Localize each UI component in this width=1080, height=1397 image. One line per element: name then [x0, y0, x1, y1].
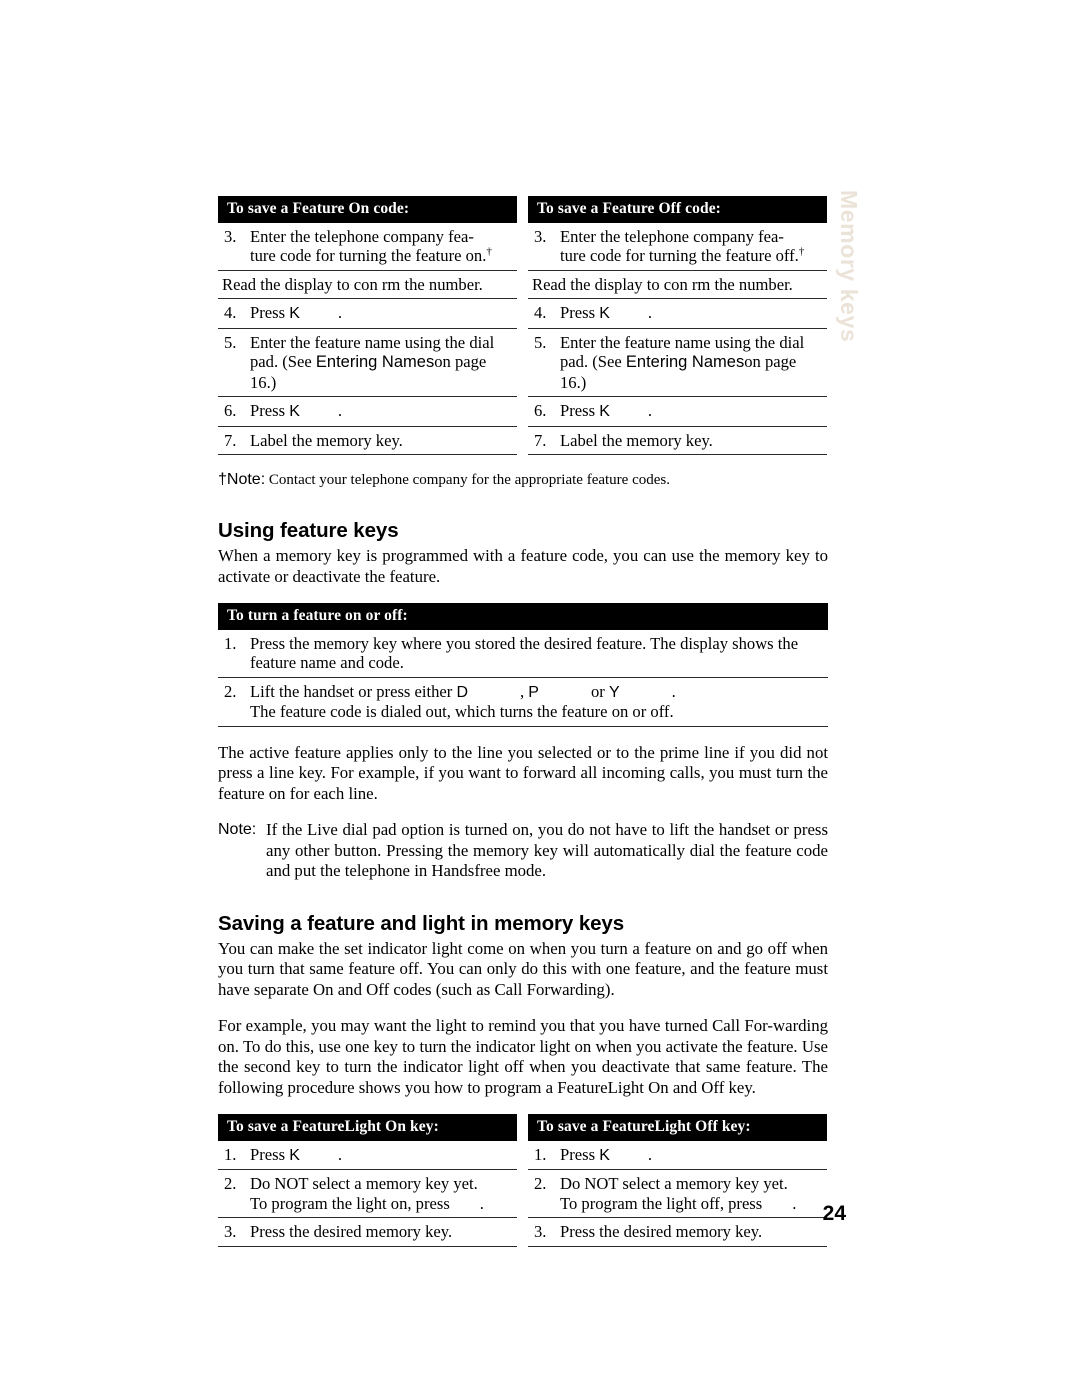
memory-key-glyph: K — [599, 305, 610, 322]
note-live-dial-pad: Note: If the Live dial pad option is tur… — [218, 820, 828, 882]
headset-key-glyph: P — [528, 683, 539, 701]
step-text: Label the memory key. — [560, 430, 713, 450]
table-header: To save a FeatureLight Off key: — [528, 1114, 827, 1141]
step-text: Press K. — [560, 303, 653, 322]
cross-reference: Entering Names — [315, 353, 435, 371]
paragraph-using-feature-keys-intro: When a memory key is programmed with a f… — [218, 546, 828, 586]
handsfree-key-glyph: D — [456, 683, 468, 701]
step-text: Enter the telephone company fea-ture cod… — [560, 226, 805, 266]
step-text: Read the display to con rm the number. — [532, 274, 793, 294]
table-row: 1. Press K. — [218, 1141, 517, 1170]
step-number: 5. — [224, 332, 237, 352]
document-page: Memory keys To save a Feature On code: 3… — [0, 0, 1080, 1397]
feature-code-tables: To save a Feature On code: 3. Enter the … — [218, 196, 828, 455]
step-number: 4. — [534, 303, 547, 322]
table-row: 5. Enter the feature name using the dial… — [528, 329, 827, 397]
step-number: 1. — [534, 1144, 547, 1164]
section-heading-saving-feature-light: Saving a feature and light in memory key… — [218, 911, 625, 935]
table-row: 6. Press K. — [528, 397, 827, 427]
step-text: Press K. — [560, 1144, 653, 1164]
table-row: Read the display to con rm the number. — [528, 271, 827, 299]
table-row: 1. Press K. — [528, 1141, 827, 1170]
step-text-line1: Do NOT select a memory key yet. — [560, 1174, 788, 1193]
step-text: Enter the feature name using the dial pa… — [250, 332, 495, 392]
step-text: Lift the handset or press either D, Por … — [250, 681, 676, 722]
table-row: 3. Enter the telephone company fea-ture … — [528, 223, 827, 271]
page-content: To save a Feature On code: 3. Enter the … — [218, 196, 828, 1247]
page-number: 24 — [822, 1202, 846, 1225]
step-number: 5. — [534, 332, 547, 352]
table-row: 5. Enter the feature name using the dial… — [218, 329, 517, 397]
table-row: 2. Lift the handset or press either D, P… — [218, 678, 828, 727]
step-number: 3. — [224, 226, 237, 246]
table-header: To save a Feature On code: — [218, 196, 517, 223]
step-number: 7. — [534, 430, 547, 450]
memory-key-glyph: K — [289, 305, 300, 322]
featurelight-off-table: To save a FeatureLight Off key: 1. Press… — [528, 1114, 827, 1247]
table-header: To save a Feature Off code: — [528, 196, 827, 223]
table-row: 3. Enter the telephone company fea-ture … — [218, 223, 517, 271]
table-row: 7. Label the memory key. — [528, 427, 827, 455]
table-row: 4. Press K. — [528, 299, 827, 329]
table-header: To save a FeatureLight On key: — [218, 1114, 517, 1141]
feature-off-code-table: To save a Feature Off code: 3. Enter the… — [528, 196, 827, 455]
step-number: 1. — [224, 1144, 237, 1164]
table-header: To turn a feature on or off: — [218, 603, 828, 630]
step-text: Press K. — [250, 303, 343, 322]
memory-key-glyph: K — [599, 403, 610, 420]
step-number: 3. — [534, 226, 547, 246]
paragraph-active-feature: The active feature applies only to the l… — [218, 742, 828, 803]
cross-reference: Entering Names — [625, 353, 745, 371]
step-number: 2. — [224, 681, 237, 701]
step-number: 7. — [224, 430, 237, 450]
step-text: Read the display to con rm the number. — [222, 274, 483, 294]
footnote-text: Contact your telephone company for the a… — [268, 472, 670, 488]
turn-feature-on-off-table: To turn a feature on or off: 1. Press th… — [218, 603, 828, 727]
memory-key-glyph: K — [599, 1146, 610, 1164]
table-row: 4. Press K. — [218, 299, 517, 329]
note-text: If the Live dial pad option is turned on… — [266, 820, 828, 880]
step-text: Press the memory key where you stored th… — [250, 633, 799, 673]
section-heading-using-feature-keys: Using feature keys — [218, 519, 399, 542]
feature-on-code-table: To save a Feature On code: 3. Enter the … — [218, 196, 517, 455]
table-row: 6. Press K. — [218, 397, 517, 427]
paragraph-saving-light-1: You can make the set indicator light com… — [218, 938, 828, 999]
table-footnote: †Note: Contact your telephone company fo… — [218, 471, 828, 489]
step-text: Press K. — [250, 401, 343, 420]
step-number: 4. — [224, 303, 237, 322]
step-text: Enter the feature name using the dial pa… — [560, 332, 805, 392]
step-text: Label the memory key. — [250, 430, 403, 450]
step-text: Press K. — [250, 1144, 343, 1164]
table-row: 7. Label the memory key. — [218, 427, 517, 455]
featurelight-on-table: To save a FeatureLight On key: 1. Press … — [218, 1114, 517, 1247]
memory-key-glyph: K — [289, 1146, 300, 1164]
step-text: Enter the telephone company fea-ture cod… — [250, 226, 492, 266]
table-row: 1. Press the memory key where you stored… — [218, 630, 828, 678]
table-row: Read the display to con rm the number. — [218, 271, 517, 299]
footnote-marker: † — [798, 245, 805, 258]
section-side-tab: Memory keys — [836, 190, 862, 343]
memory-key-glyph: K — [289, 403, 300, 420]
step-text: Press K. — [560, 401, 653, 420]
line-key-glyph: Y — [608, 683, 620, 701]
footnote-marker: † — [486, 245, 492, 258]
step-number: 6. — [224, 401, 237, 420]
step-number: 6. — [534, 401, 547, 420]
featurelight-tables: To save a FeatureLight On key: 1. Press … — [218, 1114, 828, 1247]
step-text-line2: The feature code is dialed out, which tu… — [250, 702, 674, 721]
note-label: Note: — [218, 821, 257, 838]
paragraph-saving-light-2: For example, you may want the light to r… — [218, 1016, 828, 1097]
step-number: 1. — [224, 633, 237, 653]
footnote-label: †Note: — [218, 471, 266, 488]
step-text-line1: Do NOT select a memory key yet. — [250, 1174, 478, 1193]
